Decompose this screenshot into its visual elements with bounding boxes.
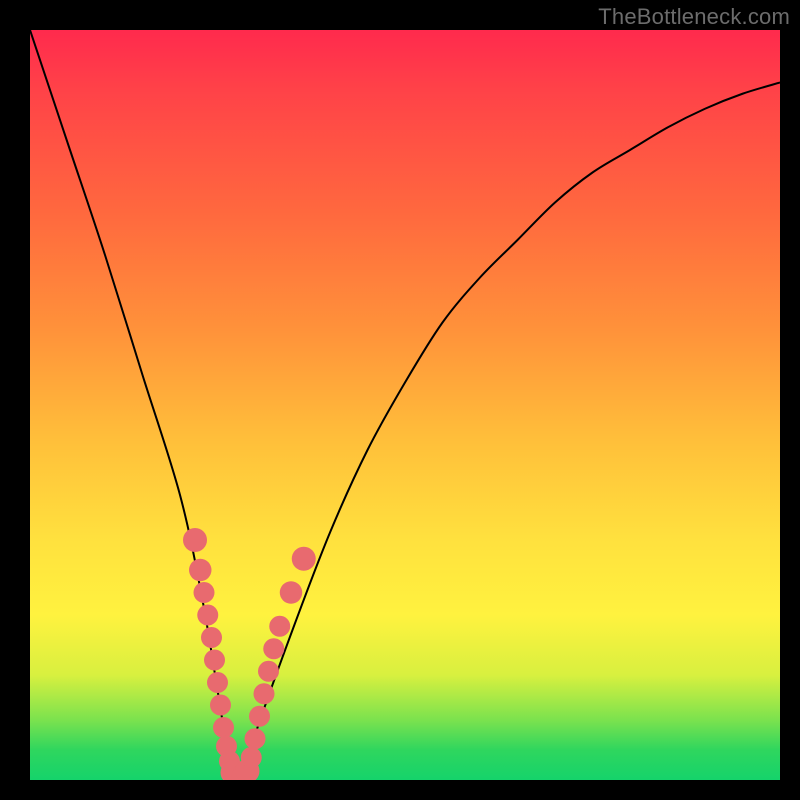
data-marker (258, 661, 279, 682)
data-markers-group (183, 528, 316, 780)
data-marker (207, 672, 228, 693)
chart-svg (30, 30, 780, 780)
data-marker (201, 627, 222, 648)
data-marker (194, 582, 215, 603)
data-marker (292, 547, 316, 571)
data-marker (210, 695, 231, 716)
data-marker (204, 650, 225, 671)
data-marker (269, 616, 290, 637)
data-marker (183, 528, 207, 552)
data-marker (189, 559, 212, 582)
watermark-text: TheBottleneck.com (598, 4, 790, 30)
data-marker (263, 638, 284, 659)
data-marker (197, 605, 218, 626)
data-marker (249, 706, 270, 727)
data-marker (280, 581, 303, 604)
data-marker (245, 728, 266, 749)
data-marker (213, 717, 234, 738)
chart-stage: TheBottleneck.com (0, 0, 800, 800)
bottleneck-curve (30, 30, 780, 780)
data-marker (254, 683, 275, 704)
data-marker (241, 747, 262, 768)
